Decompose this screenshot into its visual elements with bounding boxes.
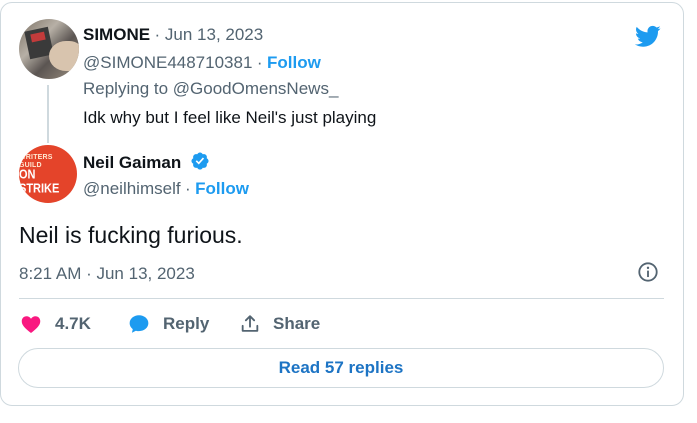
embedded-tweet-card: SIMONE · Jun 13, 2023 @SIMONE448710381 ·… — [0, 2, 684, 406]
avatar-text-line2: ON STRIKE — [19, 168, 60, 196]
share-button[interactable]: Share — [239, 311, 320, 337]
heart-icon — [21, 316, 41, 333]
main-header-line1: Neil Gaiman — [83, 151, 210, 173]
share-icon — [241, 315, 259, 332]
tweet-timestamp[interactable]: 8:21 AM · Jun 13, 2023 — [19, 264, 195, 284]
verified-badge-icon — [191, 152, 209, 170]
main-tweet-text: Neil is fucking furious. — [19, 222, 243, 248]
main-author-handle[interactable]: @neilhimself — [83, 179, 181, 198]
like-button[interactable]: 4.7K — [19, 311, 91, 337]
reply-button[interactable]: Reply — [127, 311, 209, 337]
twitter-bird-icon[interactable] — [633, 23, 663, 49]
share-label: Share — [273, 314, 321, 333]
reply-text: Idk why but I feel like Neil's just play… — [83, 108, 377, 127]
read-replies-button[interactable]: Read 57 replies — [18, 348, 664, 388]
like-count: 4.7K — [55, 314, 91, 333]
reply-author-name[interactable]: SIMONE — [83, 25, 150, 44]
main-author-name[interactable]: Neil Gaiman — [83, 153, 181, 172]
thread-connector-line — [47, 85, 49, 143]
reply-bubble-icon — [129, 315, 149, 333]
main-header-line2: @neilhimself · Follow — [83, 179, 249, 198]
reply-header-line1: SIMONE · Jun 13, 2023 — [83, 25, 263, 45]
reply-author-handle[interactable]: @SIMONE448710381 — [83, 53, 252, 72]
replying-to-prefix: Replying to — [83, 79, 169, 98]
actions-divider — [19, 298, 664, 299]
replying-to-link[interactable]: @GoodOmensNews_ — [173, 79, 339, 98]
reply-label: Reply — [163, 314, 210, 333]
reply-date[interactable]: · Jun 13, 2023 — [155, 25, 264, 44]
main-follow-link[interactable]: Follow — [195, 179, 249, 198]
simone-avatar[interactable] — [19, 19, 79, 79]
reply-follow-link[interactable]: Follow — [267, 53, 321, 72]
neil-gaiman-avatar[interactable]: WRITERS GUILD ON STRIKE — [19, 145, 77, 203]
replying-to-line: Replying to @GoodOmensNews_ — [83, 79, 338, 99]
info-icon[interactable] — [637, 261, 659, 283]
reply-header-line2: @SIMONE448710381 · Follow — [83, 53, 321, 72]
